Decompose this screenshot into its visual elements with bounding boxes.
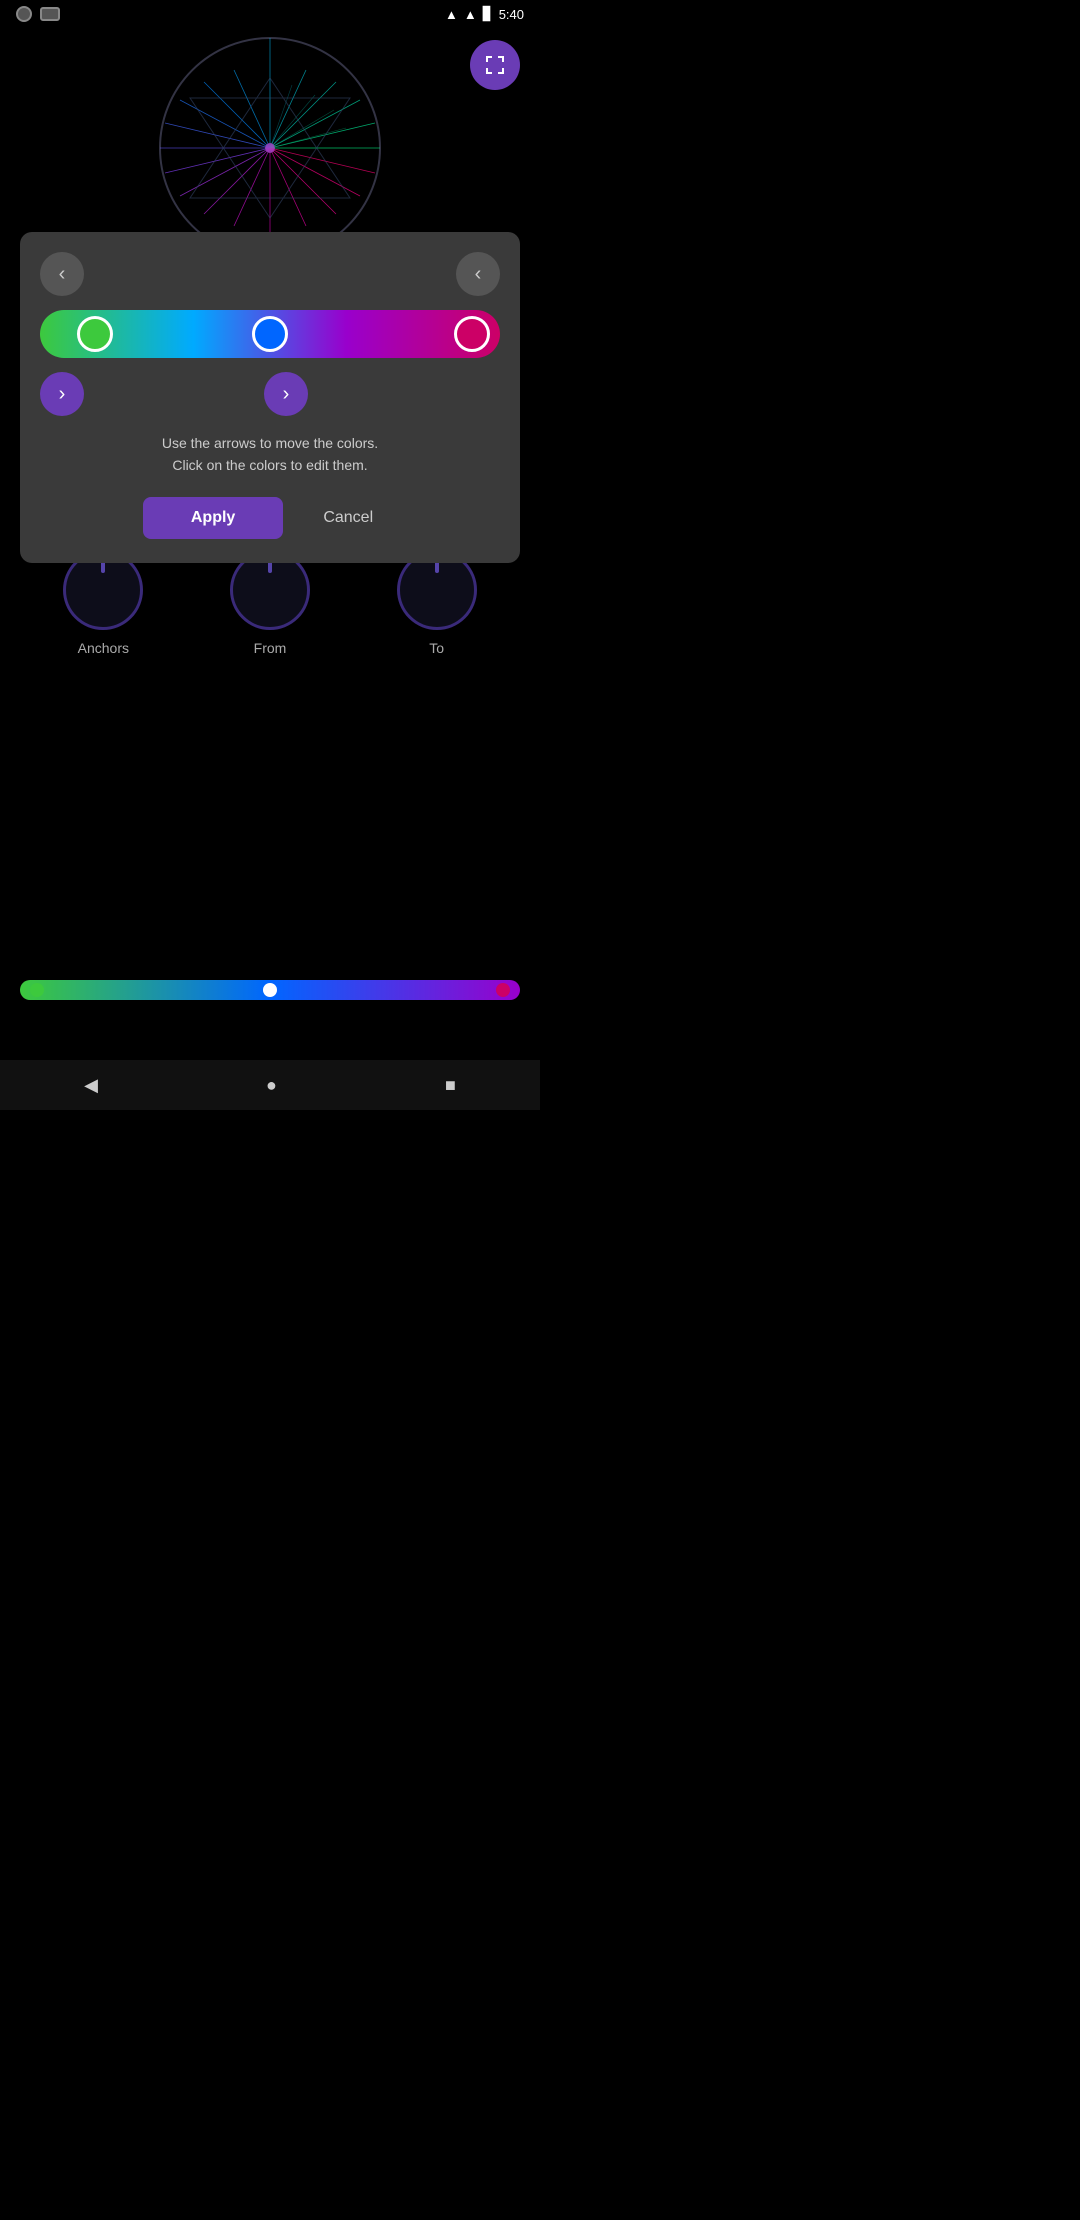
- to-label: To: [429, 640, 444, 656]
- notification-icon: [16, 6, 32, 22]
- left-back-button[interactable]: ‹: [40, 252, 84, 296]
- home-nav-button[interactable]: ●: [258, 1067, 285, 1104]
- apply-button[interactable]: Apply: [143, 497, 283, 539]
- bar-dot-blue[interactable]: [263, 983, 277, 997]
- pink-color-thumb[interactable]: [454, 316, 490, 352]
- right-arrow-icon: ›: [59, 383, 66, 406]
- recent-nav-button[interactable]: ■: [437, 1067, 464, 1104]
- bar-dot-green[interactable]: [30, 983, 44, 997]
- right-back-button[interactable]: ‹: [456, 252, 500, 296]
- bottom-gradient-bar[interactable]: [20, 980, 520, 1000]
- right-arrow-icon-2: ›: [283, 383, 290, 406]
- gradient-track: [40, 310, 500, 358]
- status-right: ▲ ▲ ▊ 5:40: [445, 6, 524, 22]
- battery-icon: ▊: [483, 6, 493, 22]
- anchors-label: Anchors: [78, 640, 129, 656]
- move-right-button[interactable]: ›: [264, 372, 308, 416]
- fullscreen-button[interactable]: [470, 40, 520, 90]
- bottom-arrow-row: › ›: [40, 372, 500, 416]
- blue-color-thumb[interactable]: [252, 316, 288, 352]
- instructions-text: Use the arrows to move the colors. Click…: [40, 432, 500, 477]
- instructions-line1: Use the arrows to move the colors.: [40, 432, 500, 454]
- anchors-knob-container: Anchors: [63, 550, 143, 656]
- app-icon: [40, 7, 60, 21]
- status-bar: ▲ ▲ ▊ 5:40: [0, 0, 540, 28]
- modal-buttons: Apply Cancel: [40, 497, 500, 539]
- wifi-icon: ▲: [445, 7, 458, 22]
- instructions-line2: Click on the colors to edit them.: [40, 454, 500, 476]
- top-arrow-row: ‹ ‹: [40, 252, 500, 296]
- left-chevron-icon: ‹: [59, 263, 66, 286]
- gradient-slider[interactable]: [40, 310, 500, 358]
- signal-icon: ▲: [464, 7, 477, 22]
- move-left-button[interactable]: ›: [40, 372, 84, 416]
- fullscreen-icon: [483, 53, 507, 77]
- status-left: [16, 6, 60, 22]
- to-knob-container: To: [397, 550, 477, 656]
- back-nav-button[interactable]: ◀: [76, 1067, 106, 1104]
- navigation-bar: ◀ ● ■: [0, 1060, 540, 1110]
- time-display: 5:40: [499, 7, 524, 22]
- green-color-thumb[interactable]: [77, 316, 113, 352]
- from-knob-container: From: [230, 550, 310, 656]
- color-editor-modal: ‹ ‹ › › Use the arrows to move the color…: [20, 232, 520, 563]
- cancel-button[interactable]: Cancel: [299, 497, 397, 539]
- bar-dot-pink[interactable]: [496, 983, 510, 997]
- from-label: From: [254, 640, 287, 656]
- right-chevron-icon: ‹: [475, 263, 482, 286]
